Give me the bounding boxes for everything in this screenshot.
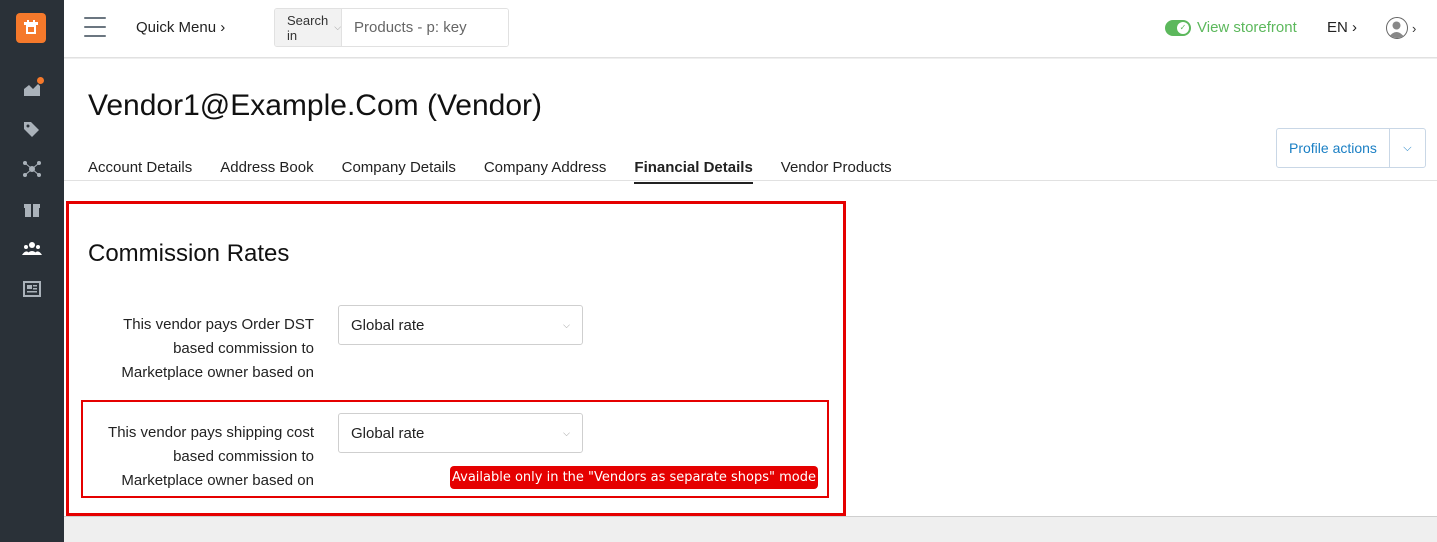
tabs-divider (64, 180, 1437, 181)
top-bar: Quick Menu › Search in ⌵ ✓ View storefro… (64, 0, 1437, 58)
user-icon (1386, 17, 1408, 39)
profile-actions-button[interactable]: Profile actions ⌵ (1276, 128, 1426, 168)
menu-icon[interactable] (84, 17, 106, 37)
search-input[interactable] (342, 9, 508, 46)
network-icon[interactable] (20, 157, 44, 181)
news-icon[interactable] (20, 277, 44, 301)
search-bar: Search in ⌵ (274, 8, 509, 47)
chevron-down-icon: ⌵ (334, 22, 342, 32)
page-title: Vendor1@Example.Com (Vendor) (88, 89, 543, 122)
logo-icon[interactable] (16, 13, 46, 43)
sidebar (0, 0, 64, 542)
search-in-dropdown[interactable]: Search in ⌵ (275, 9, 343, 46)
language-selector[interactable]: EN › (1327, 19, 1357, 36)
toggle-icon: ✓ (1165, 19, 1191, 36)
view-storefront-toggle[interactable]: ✓ View storefront (1165, 19, 1297, 36)
user-chevron-icon: › (1412, 20, 1417, 36)
user-menu[interactable]: › (1386, 17, 1416, 39)
annotation-box-inner (81, 400, 829, 498)
tags-icon[interactable] (20, 117, 44, 141)
view-storefront-label: View storefront (1197, 19, 1297, 36)
gift-icon[interactable] (20, 197, 44, 221)
chevron-down-icon[interactable]: ⌵ (1390, 129, 1425, 167)
notification-dot (37, 77, 44, 84)
profile-actions-label[interactable]: Profile actions (1277, 129, 1390, 167)
dashboard-icon[interactable] (20, 77, 44, 101)
search-in-label: Search in (287, 12, 329, 43)
quick-menu-button[interactable]: Quick Menu › (136, 19, 225, 36)
users-icon[interactable] (20, 237, 44, 261)
